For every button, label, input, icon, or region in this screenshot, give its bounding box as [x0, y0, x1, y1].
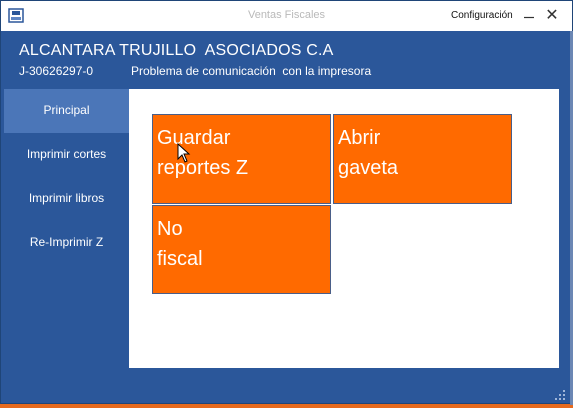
resize-grip-icon[interactable] — [554, 389, 566, 401]
sidebar-item-principal[interactable]: Principal — [4, 89, 129, 133]
company-rif: J-30626297-0 — [19, 64, 94, 78]
company-name: ALCANTARA TRUJILLO ASOCIADOS C.A — [19, 42, 334, 59]
app-window: Ventas Fiscales Configuración ✕ ALCANTAR… — [0, 0, 573, 405]
sidebar-item-imprimir-cortes[interactable]: Imprimir cortes — [4, 133, 129, 177]
tile-label-line1: Abrir — [338, 127, 381, 149]
tile-label-line2: fiscal — [157, 248, 203, 270]
open-drawer-button[interactable]: Abrir gaveta — [333, 114, 512, 204]
minimize-icon[interactable] — [522, 10, 536, 24]
main-panel: Guardar reportes Z Abrir gaveta No fisca… — [129, 89, 559, 368]
sidebar-item-re-imprimir-z[interactable]: Re-Imprimir Z — [4, 221, 129, 265]
sidebar-nav: Principal Imprimir cortes Imprimir libro… — [4, 89, 129, 265]
tile-label-line2: gaveta — [338, 157, 399, 179]
title-bar[interactable]: Ventas Fiscales Configuración ✕ — [1, 1, 572, 31]
configuration-menu[interactable]: Configuración — [451, 10, 513, 21]
sidebar-item-imprimir-libros[interactable]: Imprimir libros — [4, 177, 129, 221]
mouse-cursor-icon — [177, 143, 191, 163]
non-fiscal-button[interactable]: No fiscal — [152, 205, 331, 294]
printer-status-message: Problema de comunicación con la impresor… — [131, 64, 372, 78]
close-icon[interactable]: ✕ — [544, 7, 560, 25]
tile-label-line1: No — [157, 218, 183, 240]
